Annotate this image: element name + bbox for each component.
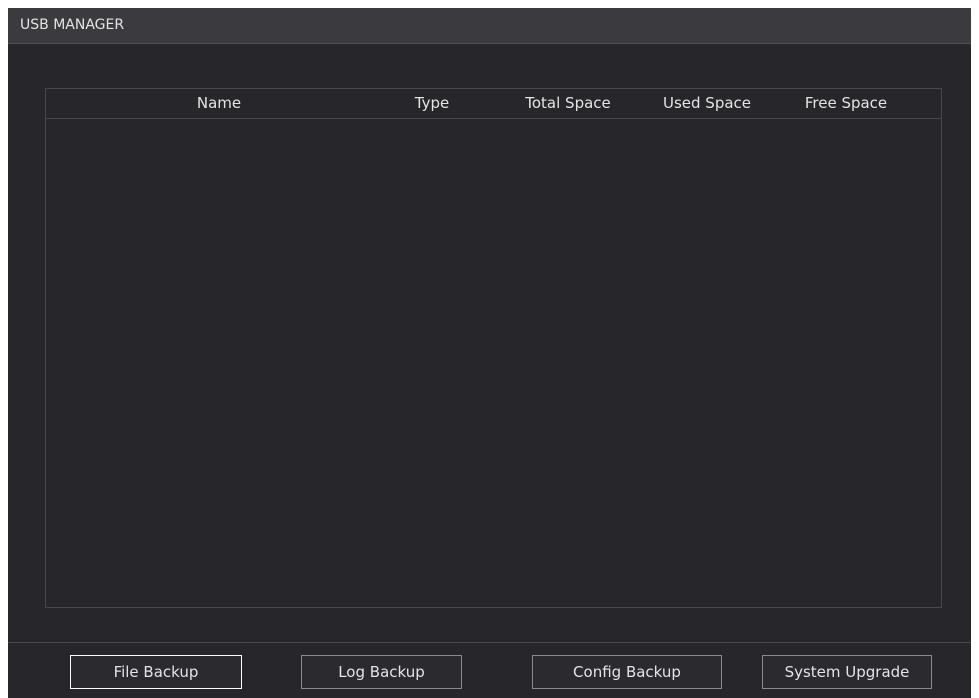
table-body — [46, 119, 941, 607]
footer-divider — [8, 642, 971, 643]
table-header: Name Type Total Space Used Space Free Sp… — [46, 89, 941, 119]
log-backup-button[interactable]: Log Backup — [301, 655, 462, 689]
column-header-type[interactable]: Type — [415, 94, 449, 112]
title-bar: USB MANAGER — [8, 8, 971, 44]
usb-device-table: Name Type Total Space Used Space Free Sp… — [45, 88, 942, 608]
column-header-used-space[interactable]: Used Space — [663, 94, 751, 112]
config-backup-button[interactable]: Config Backup — [532, 655, 722, 689]
column-header-total-space[interactable]: Total Space — [525, 94, 611, 112]
system-upgrade-button[interactable]: System Upgrade — [762, 655, 932, 689]
file-backup-button[interactable]: File Backup — [70, 655, 242, 689]
column-header-free-space[interactable]: Free Space — [805, 94, 887, 112]
window-title: USB MANAGER — [20, 17, 125, 33]
column-header-name[interactable]: Name — [197, 94, 241, 112]
usb-manager-window: USB MANAGER Name Type Total Space Used S… — [8, 8, 971, 698]
